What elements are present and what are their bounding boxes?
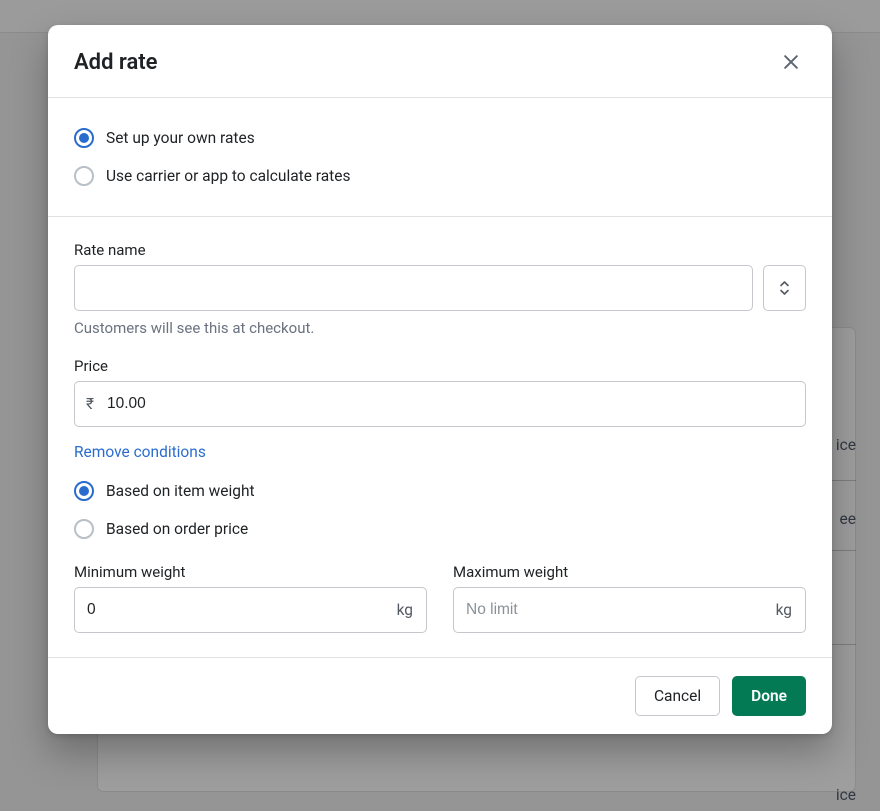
rate-name-label: Rate name (74, 241, 806, 259)
radio-based-on-price[interactable]: Based on order price (74, 513, 806, 545)
max-weight-label: Maximum weight (453, 563, 806, 581)
max-weight-input[interactable] (453, 587, 806, 633)
radio-own-rates[interactable]: Set up your own rates (74, 122, 806, 154)
radio-icon (74, 166, 94, 186)
modal-footer: Cancel Done (48, 657, 832, 734)
weight-unit: kg (397, 601, 413, 619)
close-icon (781, 52, 801, 72)
radio-label: Based on order price (106, 520, 248, 538)
modal-header: Add rate (48, 25, 832, 98)
radio-carrier-rates[interactable]: Use carrier or app to calculate rates (74, 160, 806, 192)
cancel-button[interactable]: Cancel (635, 676, 720, 716)
remove-conditions-link[interactable]: Remove conditions (74, 443, 206, 461)
modal-title: Add rate (74, 50, 158, 75)
rate-name-input[interactable] (74, 265, 753, 311)
sort-icon (779, 280, 790, 296)
weight-unit: kg (776, 601, 792, 619)
button-label: Cancel (654, 687, 701, 705)
radio-icon (74, 128, 94, 148)
rate-details-section: Rate name Customers will see this at che… (48, 216, 832, 657)
add-rate-modal: Add rate Set up your own rates Use carri… (48, 25, 832, 734)
rate-name-help: Customers will see this at checkout. (74, 319, 806, 337)
min-weight-input[interactable] (74, 587, 427, 633)
rate-name-select-button[interactable] (763, 265, 806, 311)
radio-based-on-weight[interactable]: Based on item weight (74, 475, 806, 507)
rate-type-section: Set up your own rates Use carrier or app… (48, 98, 832, 216)
radio-label: Based on item weight (106, 482, 255, 500)
radio-label: Set up your own rates (106, 129, 255, 147)
price-label: Price (74, 357, 806, 375)
currency-symbol: ₹ (86, 395, 94, 413)
button-label: Done (751, 687, 787, 705)
min-weight-label: Minimum weight (74, 563, 427, 581)
close-button[interactable] (776, 47, 806, 77)
done-button[interactable]: Done (732, 676, 806, 716)
radio-label: Use carrier or app to calculate rates (106, 167, 350, 185)
radio-icon (74, 481, 94, 501)
radio-icon (74, 519, 94, 539)
price-input[interactable] (74, 381, 806, 427)
